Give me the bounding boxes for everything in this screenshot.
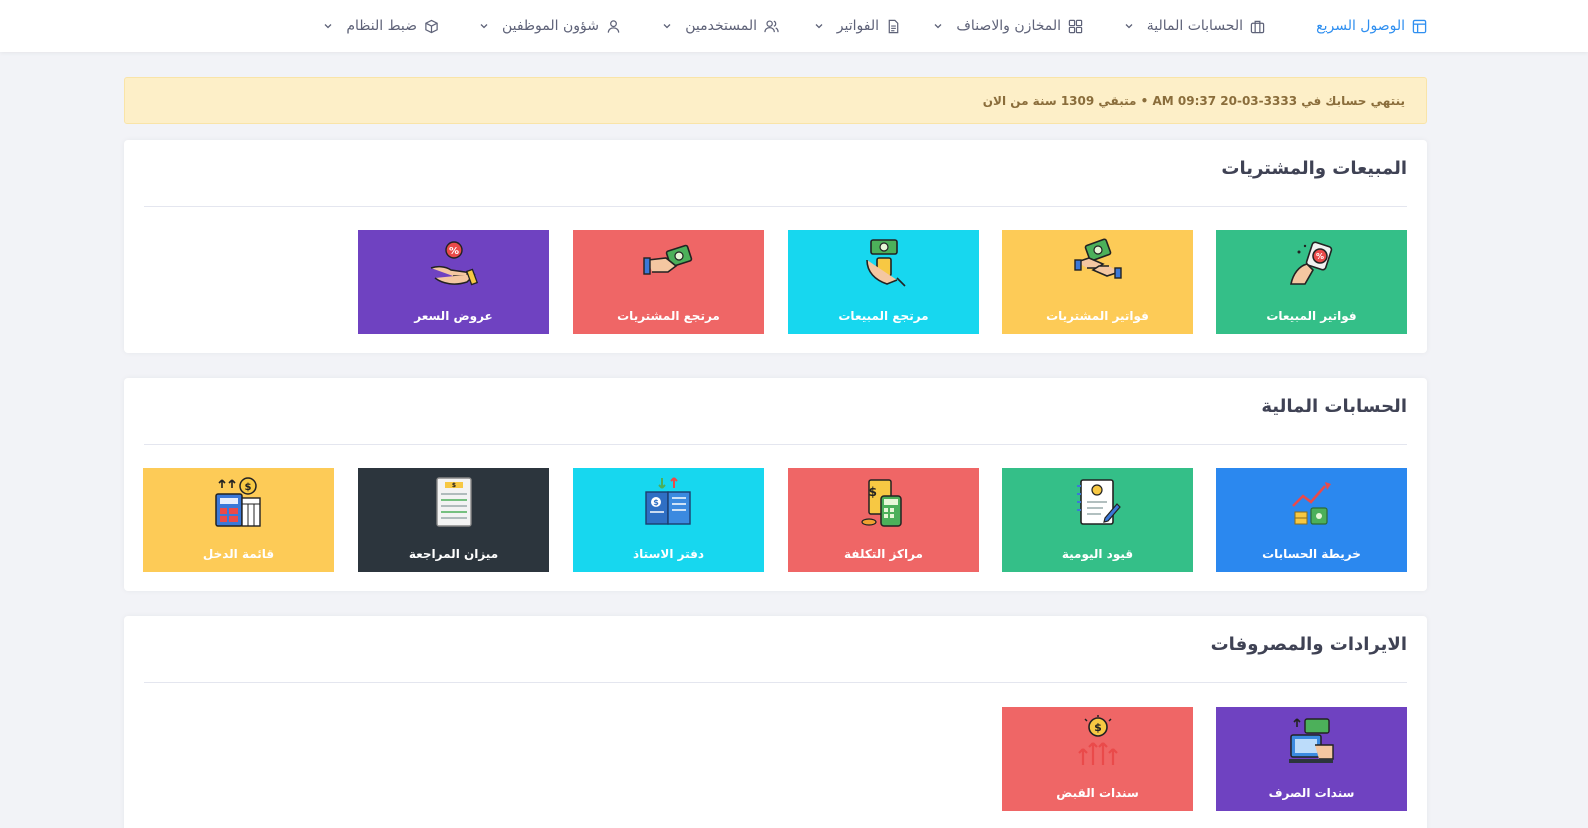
divider — [144, 444, 1407, 445]
tile-label: مراكز التكلفة — [844, 547, 923, 561]
chevron-down-icon — [1125, 24, 1133, 29]
nav-financial-accounts[interactable]: الحسابات المالية — [1124, 0, 1265, 52]
price-offer-icon: % — [430, 241, 478, 286]
box-icon — [425, 19, 438, 33]
grid-icon — [1068, 19, 1083, 33]
document-icon — [888, 19, 899, 33]
section-title: المبيعات والمشتريات — [1221, 158, 1407, 179]
chevron-down-icon — [324, 24, 332, 29]
chevron-down-icon — [480, 24, 488, 29]
section-revenues-expenses: الايرادات والمصروفات سندات الصرف $ سندات… — [124, 616, 1427, 828]
top-navbar: الوصول السريع الحسابات المالية المخازن و… — [0, 0, 1588, 52]
section-title: الحسابات المالية — [1261, 396, 1407, 417]
svg-text:$: $ — [451, 482, 455, 489]
tile-income-statement[interactable]: $ قائمة الدخل — [143, 468, 334, 572]
chevron-down-icon — [934, 24, 942, 29]
tile-sales-returns[interactable]: مرتجع المبيعات — [788, 230, 979, 334]
section-sales-purchases: المبيعات والمشتريات % فواتير المبيعات فو… — [124, 140, 1427, 353]
tile-label: سندات القبض — [1056, 786, 1139, 800]
svg-text:%: % — [448, 246, 458, 257]
receipt-voucher-icon: $ — [1077, 715, 1118, 765]
nav-system-settings[interactable]: ضبط النظام — [323, 0, 439, 52]
alert-text: ينتهي حسابك في 3333-03-20 09:37 AM • متب… — [982, 93, 1405, 108]
tile-journal-entries[interactable]: قيود اليومية — [1002, 468, 1193, 572]
purchase-return-icon — [642, 244, 692, 275]
section-title: الايرادات والمصروفات — [1210, 634, 1407, 655]
nav-label: المستخدمين — [685, 18, 757, 34]
tile-sales-invoices[interactable]: % فواتير المبيعات — [1216, 230, 1407, 334]
tile-payment-vouchers[interactable]: سندات الصرف — [1216, 707, 1407, 811]
ledger-icon: $ — [644, 477, 691, 525]
tile-label: فواتير المشتريات — [1046, 309, 1149, 323]
tile-label: ميزان المراجعة — [408, 547, 499, 561]
tile-label: قيود اليومية — [1061, 547, 1134, 561]
section-financial-accounts: الحسابات المالية خريطة الحسابات قيود الي… — [124, 378, 1427, 591]
sales-return-icon — [865, 239, 906, 287]
tile-trial-balance[interactable]: $ ميزان المراجعة — [358, 468, 549, 572]
tile-general-ledger[interactable]: $ دفتر الاستاذ — [573, 468, 764, 572]
tile-label: دفتر الاستاذ — [633, 547, 704, 561]
income-statement-icon: $ — [214, 477, 261, 527]
tile-receipt-vouchers[interactable]: $ سندات القبض — [1002, 707, 1193, 811]
divider — [144, 682, 1407, 683]
nav-label: ضبط النظام — [346, 18, 417, 34]
user-icon — [607, 19, 620, 33]
tile-chart-of-accounts[interactable]: خريطة الحسابات — [1216, 468, 1407, 572]
tile-price-offers[interactable]: % عروض السعر — [358, 230, 549, 334]
nav-quick-access[interactable]: الوصول السريع — [1316, 0, 1427, 52]
chevron-down-icon — [663, 24, 671, 29]
briefcase-icon — [1250, 20, 1265, 33]
tile-label: مرتجع المشتريات — [617, 309, 720, 323]
tile-label: مرتجع المبيعات — [838, 309, 929, 323]
nav-employee-affairs[interactable]: شؤون الموظفين — [479, 0, 621, 52]
divider — [144, 206, 1407, 207]
nav-label: شؤون الموظفين — [501, 18, 599, 34]
tile-label: سندات الصرف — [1268, 786, 1355, 800]
tile-label: عروض السعر — [414, 309, 493, 323]
nav-invoices[interactable]: الفواتير — [814, 0, 901, 52]
svg-text:$: $ — [244, 482, 251, 493]
nav-warehouses[interactable]: المخازن والاصناف — [933, 0, 1083, 52]
journal-icon — [1076, 479, 1121, 525]
users-icon — [764, 19, 779, 32]
accounts-chart-icon — [1291, 482, 1331, 525]
nav-label: الحسابات المالية — [1146, 18, 1243, 34]
nav-users[interactable]: المستخدمين — [662, 0, 779, 52]
svg-text:$: $ — [1094, 721, 1102, 734]
layout-icon — [1412, 19, 1427, 33]
svg-text:%: % — [1315, 252, 1323, 261]
tile-label: خريطة الحسابات — [1262, 547, 1361, 561]
chevron-down-icon — [815, 24, 823, 29]
sales-invoice-icon: % — [1289, 241, 1332, 285]
payment-voucher-icon — [1288, 718, 1334, 763]
tile-purchase-invoices[interactable]: فواتير المشتريات — [1002, 230, 1193, 334]
tile-label: قائمة الدخل — [202, 547, 275, 561]
svg-text:$: $ — [653, 498, 659, 507]
nav-label: المخازن والاصناف — [956, 18, 1061, 34]
purchase-invoice-icon — [1073, 238, 1122, 279]
svg-text:$: $ — [868, 485, 876, 499]
nav-label: الوصول السريع — [1316, 18, 1405, 34]
cost-center-icon: $ — [860, 479, 902, 527]
trial-balance-icon: $ — [435, 477, 472, 527]
tile-purchase-returns[interactable]: مرتجع المشتريات — [573, 230, 764, 334]
subscription-alert: ينتهي حسابك في 3333-03-20 09:37 AM • متب… — [124, 77, 1427, 124]
nav-label: الفواتير — [836, 18, 879, 34]
tile-label: فواتير المبيعات — [1266, 309, 1357, 323]
tile-cost-centers[interactable]: $ مراكز التكلفة — [788, 468, 979, 572]
